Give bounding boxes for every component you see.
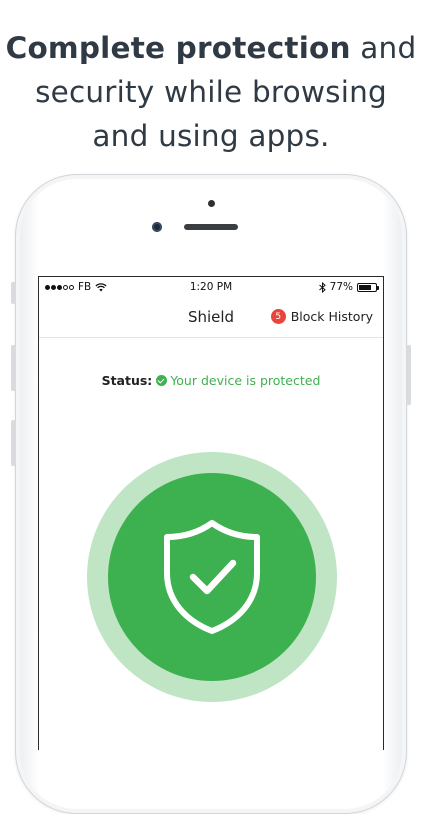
block-history-label: Block History <box>290 309 373 324</box>
protection-status: Status: Your device is protected <box>39 373 383 388</box>
bluetooth-icon <box>318 281 326 293</box>
check-circle-icon <box>156 375 168 386</box>
status-value: Your device is protected <box>170 373 321 388</box>
headline: Complete protection and security while b… <box>0 26 422 158</box>
phone-power-button <box>406 345 411 405</box>
block-count-badge: 5 <box>270 309 286 324</box>
block-history-button[interactable]: 5 Block History <box>270 309 373 324</box>
phone-screen: FB 1:20 PM 77% Shield 5 Block History St… <box>38 276 384 750</box>
headline-line-2: security while browsing <box>35 75 387 109</box>
proximity-sensor <box>208 200 215 207</box>
battery-icon <box>357 282 379 292</box>
phone-mute-switch <box>11 282 16 304</box>
status-bar-right: 77% <box>318 281 379 293</box>
earpiece-speaker <box>184 224 238 230</box>
status-bar: FB 1:20 PM 77% <box>39 277 383 299</box>
headline-line-3: and using apps. <box>92 119 330 153</box>
shield-check-icon <box>164 520 260 634</box>
shield-button[interactable] <box>108 473 316 681</box>
navigation-bar: Shield 5 Block History <box>39 299 383 338</box>
front-camera <box>152 222 162 232</box>
battery-percent: 77% <box>329 281 353 293</box>
headline-line-1-rest: and <box>350 31 417 65</box>
status-label: Status: <box>101 373 153 388</box>
phone-volume-up <box>11 345 16 391</box>
shield-halo <box>87 452 337 702</box>
headline-bold: Complete protection <box>5 31 351 65</box>
headline-line-1: Complete protection and <box>0 26 422 70</box>
phone-volume-down <box>11 420 16 466</box>
